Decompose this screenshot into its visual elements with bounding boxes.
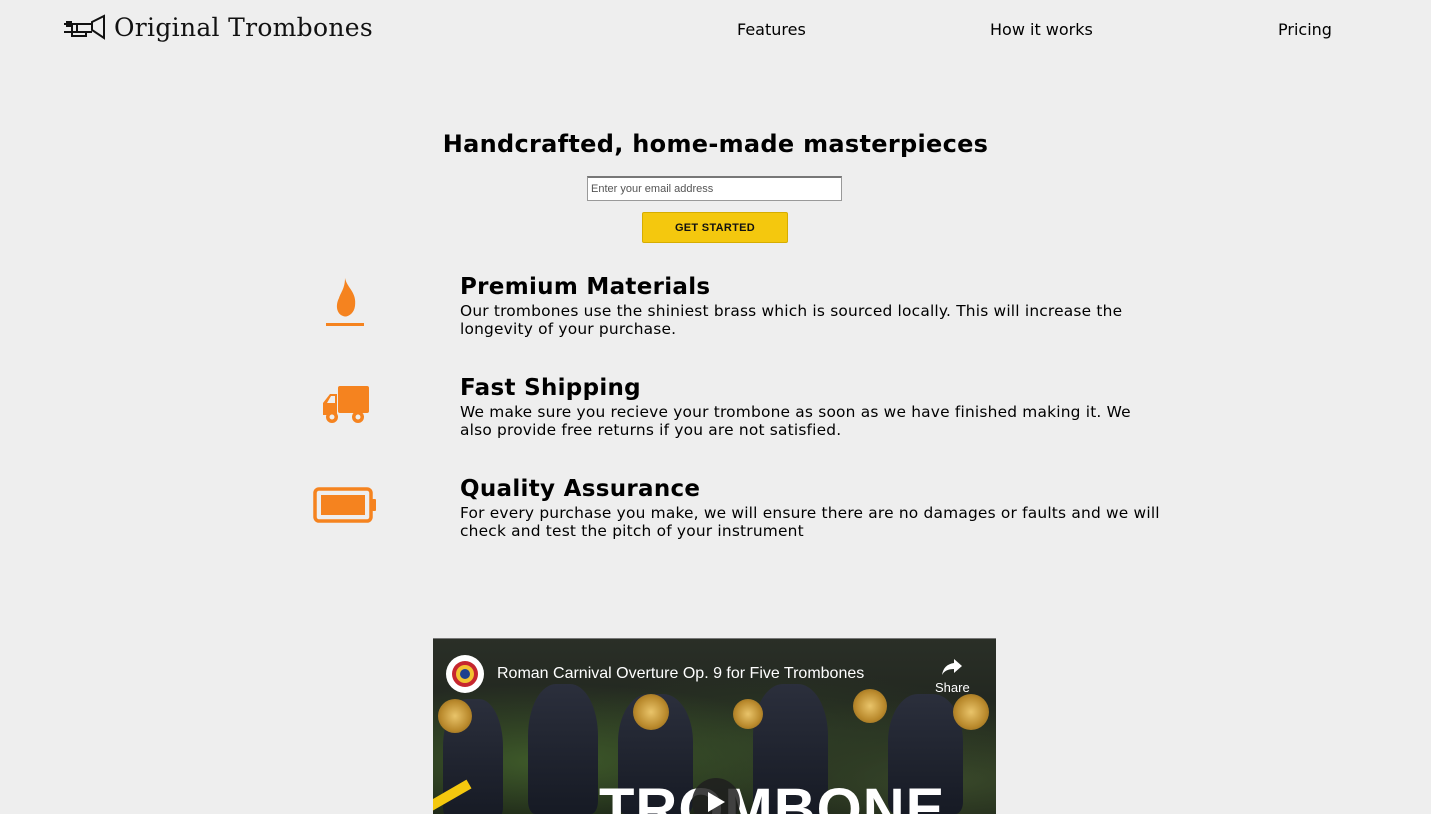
brand-logo[interactable]: Original Trombones bbox=[62, 12, 373, 42]
trombone-bell bbox=[633, 694, 669, 730]
play-icon bbox=[708, 792, 725, 812]
email-input[interactable] bbox=[587, 176, 842, 201]
band-crest-icon bbox=[452, 661, 478, 687]
feature-quality-assurance: Quality Assurance For every purchase you… bbox=[0, 476, 1431, 566]
battery-icon bbox=[313, 487, 376, 523]
trombone-bell bbox=[733, 699, 763, 729]
embedded-video[interactable]: Roman Carnival Overture Op. 9 for Five T… bbox=[433, 638, 996, 814]
feature-fast-shipping: Fast Shipping We make sure you recieve y… bbox=[0, 375, 1431, 465]
site-header: Original Trombones Features How it works… bbox=[0, 0, 1431, 60]
video-overlay-text: TROMBONE bbox=[599, 777, 946, 814]
share-button[interactable]: Share bbox=[935, 657, 970, 695]
brand-name: Original Trombones bbox=[114, 12, 373, 42]
performer bbox=[528, 684, 598, 814]
feature-description: Our trombones use the shiniest brass whi… bbox=[460, 302, 1123, 338]
feature-description: We make sure you recieve your trombone a… bbox=[460, 403, 1131, 439]
nav-link-features[interactable]: Features bbox=[737, 20, 806, 39]
feature-title: Quality Assurance bbox=[460, 476, 701, 502]
channel-avatar[interactable] bbox=[446, 655, 484, 693]
video-title[interactable]: Roman Carnival Overture Op. 9 for Five T… bbox=[497, 665, 864, 683]
feature-premium-materials: Premium Materials Our trombones use the … bbox=[0, 274, 1431, 364]
share-label: Share bbox=[935, 680, 970, 695]
share-icon bbox=[942, 659, 963, 675]
get-started-button[interactable]: GET STARTED bbox=[642, 212, 788, 243]
trombone-bell bbox=[438, 699, 472, 733]
feature-title: Fast Shipping bbox=[460, 375, 641, 401]
feature-description: For every purchase you make, we will ens… bbox=[460, 504, 1160, 540]
truck-icon bbox=[323, 386, 369, 423]
nav-link-how-it-works[interactable]: How it works bbox=[990, 20, 1093, 39]
nav-link-pricing[interactable]: Pricing bbox=[1278, 20, 1332, 39]
hero-title: Handcrafted, home-made masterpieces bbox=[442, 130, 989, 158]
trombone-bell bbox=[853, 689, 887, 723]
feature-title: Premium Materials bbox=[460, 274, 711, 300]
trombone-bell bbox=[953, 694, 989, 730]
trombone-icon bbox=[64, 14, 105, 40]
fire-icon bbox=[326, 278, 364, 326]
